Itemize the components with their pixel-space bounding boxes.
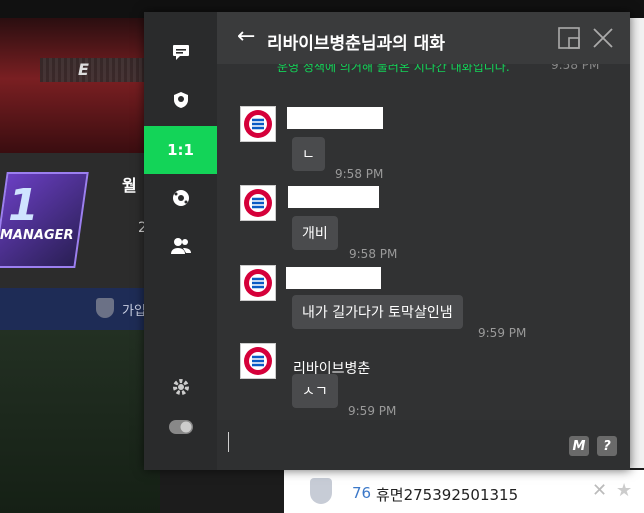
arrow-left-icon[interactable]: ← [237, 24, 255, 49]
right-panel [629, 18, 644, 468]
club-crest-icon [244, 347, 272, 375]
chat-title: 리바이브병춘님과의 대화 [267, 34, 445, 54]
avatar[interactable] [240, 185, 276, 221]
message-time: 9:59 PM [478, 326, 527, 340]
popout-icon[interactable] [557, 26, 581, 50]
message-bubble: 내가 길가다가 토막살인냄 [292, 295, 463, 329]
club-icon [173, 92, 188, 108]
shield-icon [96, 298, 114, 318]
club-crest-icon [244, 110, 272, 138]
list-item-name: 휴면275392501315 [376, 486, 519, 504]
background-field [0, 330, 160, 513]
ball-icon [172, 190, 189, 206]
close-icon[interactable] [591, 26, 615, 50]
message-time: 9:58 PM [349, 247, 398, 261]
avatar[interactable] [240, 106, 276, 142]
chat-sidebar: 1:1 [144, 12, 217, 470]
card-title: 월 [122, 176, 137, 195]
shield-icon [310, 478, 332, 504]
list-item-number: 76 [352, 484, 372, 502]
join-label: 가입 [122, 304, 146, 319]
toggle-icon [168, 420, 193, 434]
club-crest-icon [244, 189, 272, 217]
message-input[interactable]: M ? [217, 420, 630, 470]
people-icon [170, 238, 191, 254]
manager-badge-text: MANAGER [0, 228, 74, 243]
redacted-name [288, 186, 379, 208]
close-icon[interactable]: ✕ [592, 480, 607, 501]
background-logo: E [78, 60, 89, 79]
gear-icon [172, 379, 189, 395]
chat-window: 1:1 ← 리바이브병춘님과의 대화 운영 정책에 의거해 불러온 지나간 대화… [144, 12, 630, 470]
macro-button[interactable]: M [569, 436, 589, 456]
message-time: 9:58 PM [335, 167, 384, 181]
sidebar-item-people[interactable] [144, 222, 217, 270]
banner-stripe [40, 58, 150, 82]
avatar[interactable] [240, 265, 276, 301]
star-icon[interactable]: ★ [616, 480, 632, 501]
message-bubble: 개비 [292, 216, 338, 250]
text-cursor [228, 432, 229, 452]
message-bubble: ㄴ [292, 137, 325, 171]
sidebar-item-toggle[interactable] [144, 403, 217, 451]
avatar[interactable] [240, 343, 276, 379]
dm-label: 1:1 [167, 141, 194, 159]
message-time: 9:58 PM [551, 64, 600, 72]
sidebar-item-chat[interactable] [144, 28, 217, 76]
message-time: 9:59 PM [348, 404, 397, 418]
message-list: 운영 정책에 의거해 불러온 지나간 대화입니다. 9:58 PM ㄴ 9:58… [217, 64, 630, 420]
redacted-name [286, 267, 381, 289]
help-button[interactable]: ? [597, 436, 617, 456]
system-message: 운영 정책에 의거해 불러온 지나간 대화입니다. [277, 64, 510, 74]
redacted-name [287, 107, 383, 129]
message-bubble: ㅅㄱ [292, 374, 338, 408]
manager-badge-number: 1 [8, 180, 39, 231]
background-banner [0, 18, 160, 153]
sidebar-item-dm[interactable]: 1:1 [144, 126, 217, 174]
sidebar-item-ball[interactable] [144, 174, 217, 222]
club-crest-icon [244, 269, 272, 297]
sidebar-item-club[interactable] [144, 76, 217, 124]
chat-bubble-icon [172, 45, 189, 60]
chat-header: ← 리바이브병춘님과의 대화 [217, 12, 630, 64]
